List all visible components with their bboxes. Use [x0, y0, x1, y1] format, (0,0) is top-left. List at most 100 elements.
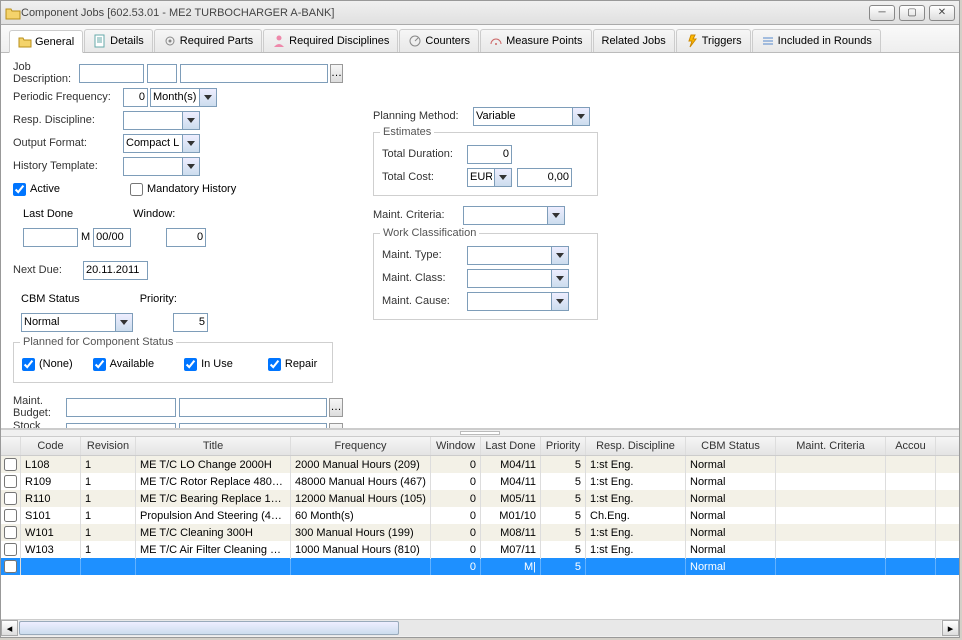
- maint-budget-code-input[interactable]: [66, 398, 176, 417]
- column-header[interactable]: Accou: [886, 437, 936, 455]
- dropdown-button[interactable]: [495, 168, 512, 187]
- tab-details[interactable]: Details: [84, 29, 153, 52]
- column-header[interactable]: Frequency: [291, 437, 431, 455]
- scrollbar-thumb[interactable]: [19, 621, 399, 635]
- total-duration-input[interactable]: [467, 145, 512, 164]
- tab-counters[interactable]: Counters: [399, 29, 479, 52]
- dropdown-button[interactable]: [573, 107, 590, 126]
- tab-measure-points[interactable]: Measure Points: [480, 29, 591, 52]
- stock-budget-code-input[interactable]: [66, 423, 176, 430]
- splitter[interactable]: [1, 429, 959, 437]
- column-header[interactable]: Last Done: [481, 437, 541, 455]
- table-row[interactable]: S1011Propulsion And Steering (400)60 Mon…: [1, 507, 959, 524]
- row-checkbox[interactable]: [1, 541, 21, 558]
- column-header[interactable]: Code: [21, 437, 81, 455]
- close-button[interactable]: ✕: [929, 5, 955, 21]
- maint-class-select[interactable]: [467, 269, 552, 288]
- dropdown-button[interactable]: [552, 269, 569, 288]
- available-checkbox[interactable]: Available: [93, 358, 154, 371]
- cell-crit[interactable]: [776, 558, 886, 576]
- window-input[interactable]: [166, 228, 206, 247]
- cell-cbm[interactable]: Normal: [686, 558, 776, 576]
- tab-required-parts[interactable]: Required Parts: [154, 29, 262, 52]
- periodic-freq-input[interactable]: [123, 88, 148, 107]
- planning-method-select[interactable]: [473, 107, 573, 126]
- scroll-left-button[interactable]: ◂: [1, 620, 18, 636]
- column-header[interactable]: Resp. Discipline: [586, 437, 686, 455]
- stock-budget-desc-input[interactable]: [179, 423, 327, 430]
- table-row[interactable]: L1081ME T/C LO Change 2000H2000 Manual H…: [1, 456, 959, 473]
- column-header[interactable]: Maint. Criteria: [776, 437, 886, 455]
- minimize-button[interactable]: ─: [869, 5, 895, 21]
- job-desc-browse-button[interactable]: …: [330, 64, 343, 83]
- dropdown-button[interactable]: [200, 88, 217, 107]
- column-header[interactable]: Revision: [81, 437, 136, 455]
- row-checkbox[interactable]: [1, 456, 21, 473]
- dropdown-button[interactable]: [116, 313, 133, 332]
- repair-checkbox[interactable]: Repair: [268, 358, 317, 371]
- next-due-input[interactable]: [83, 261, 148, 280]
- dropdown-button[interactable]: [183, 111, 200, 130]
- output-format-select[interactable]: [123, 134, 183, 153]
- cell-disc[interactable]: [586, 558, 686, 576]
- tab-related-jobs[interactable]: Related Jobs: [593, 29, 675, 52]
- cell-win[interactable]: 0: [431, 558, 481, 576]
- maint-type-select[interactable]: [467, 246, 552, 265]
- priority-input[interactable]: [173, 313, 208, 332]
- history-template-select[interactable]: [123, 157, 183, 176]
- cbm-status-select[interactable]: [21, 313, 116, 332]
- column-header[interactable]: Priority: [541, 437, 586, 455]
- tab-triggers[interactable]: Triggers: [676, 29, 751, 52]
- row-checkbox[interactable]: [1, 558, 21, 575]
- table-row[interactable]: R1091ME T/C Rotor Replace 48000H48000 Ma…: [1, 473, 959, 490]
- maint-budget-desc-input[interactable]: [179, 398, 327, 417]
- horizontal-scrollbar[interactable]: ◂ ▸: [1, 619, 959, 637]
- maint-budget-browse-button[interactable]: …: [329, 398, 343, 417]
- job-desc-rev-input[interactable]: [147, 64, 177, 83]
- row-checkbox[interactable]: [1, 490, 21, 507]
- resp-discipline-select[interactable]: [123, 111, 183, 130]
- cell-last[interactable]: M|: [481, 558, 541, 576]
- periodic-freq-unit-select[interactable]: [150, 88, 200, 107]
- job-desc-title-input[interactable]: [180, 64, 328, 83]
- row-checkbox[interactable]: [1, 507, 21, 524]
- dropdown-button[interactable]: [183, 134, 200, 153]
- dropdown-button[interactable]: [552, 292, 569, 311]
- column-header[interactable]: Title: [136, 437, 291, 455]
- table-row[interactable]: W1031ME T/C Air Filter Cleaning 1000H100…: [1, 541, 959, 558]
- tab-general[interactable]: General: [9, 30, 83, 53]
- dropdown-button[interactable]: [183, 157, 200, 176]
- currency-select[interactable]: [467, 168, 495, 187]
- table-row[interactable]: R1101ME T/C Bearing Replace 12000H12000 …: [1, 490, 959, 507]
- active-checkbox[interactable]: Active: [13, 183, 60, 196]
- mandatory-history-checkbox[interactable]: Mandatory History: [130, 183, 236, 196]
- cell-rev[interactable]: [81, 558, 136, 576]
- cell-code[interactable]: [21, 558, 81, 576]
- titlebar[interactable]: Component Jobs [602.53.01 - ME2 TURBOCHA…: [1, 1, 959, 25]
- maint-cause-select[interactable]: [467, 292, 552, 311]
- dropdown-button[interactable]: [548, 206, 565, 225]
- total-cost-input[interactable]: [517, 168, 572, 187]
- row-checkbox[interactable]: [1, 524, 21, 541]
- stock-budget-browse-button[interactable]: …: [329, 423, 343, 430]
- table-row-selected[interactable]: 0M|5 Normal: [1, 558, 959, 575]
- last-done-input[interactable]: [23, 228, 78, 247]
- maint-criteria-select[interactable]: [463, 206, 548, 225]
- cell-freq[interactable]: [291, 558, 431, 576]
- in-use-checkbox[interactable]: In Use: [184, 358, 233, 371]
- column-header[interactable]: Window: [431, 437, 481, 455]
- cell-prio[interactable]: 5: [541, 558, 586, 576]
- cell-title[interactable]: [136, 558, 291, 576]
- table-row[interactable]: W1011ME T/C Cleaning 300H300 Manual Hour…: [1, 524, 959, 541]
- maximize-button[interactable]: ▢: [899, 5, 925, 21]
- tab-required-disciplines[interactable]: Required Disciplines: [263, 29, 398, 52]
- column-header[interactable]: [1, 437, 21, 455]
- scroll-right-button[interactable]: ▸: [942, 620, 959, 636]
- row-checkbox[interactable]: [1, 473, 21, 490]
- job-desc-code-input[interactable]: [79, 64, 144, 83]
- column-header[interactable]: CBM Status: [686, 437, 776, 455]
- last-done-m-input[interactable]: [93, 228, 131, 247]
- dropdown-button[interactable]: [552, 246, 569, 265]
- tab-included-in-rounds[interactable]: Included in Rounds: [752, 29, 881, 52]
- none-checkbox[interactable]: (None): [22, 358, 73, 371]
